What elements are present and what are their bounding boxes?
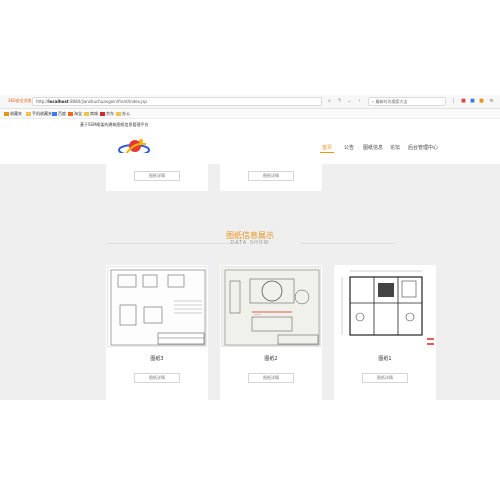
- nav-admin[interactable]: 后台管理中心: [408, 144, 438, 151]
- taobao-icon: [68, 112, 73, 116]
- drawing-card-title[interactable]: 图纸2: [220, 355, 322, 362]
- drawing-detail-button[interactable]: 图纸详情: [248, 171, 294, 181]
- browser-toolbar: 360安全浏览器 http://localhost:8080/jianzhuch…: [0, 95, 500, 109]
- drawing-card-title[interactable]: 图纸3: [106, 355, 208, 362]
- search-placeholder: 最新时讯搜索大全: [375, 99, 408, 104]
- bookmarks-bar: 收藏夹 手机收藏夹 百度 淘宝 商城 京东 办公: [0, 109, 500, 119]
- drawing-thumbnail[interactable]: [107, 266, 207, 347]
- drawing-detail-button[interactable]: 图纸详情: [134, 373, 180, 383]
- blank-area-top: [0, 0, 500, 95]
- jd-icon: [100, 112, 105, 116]
- chevron-down-icon[interactable]: ⌄: [346, 98, 353, 105]
- bookmark-item[interactable]: 办公: [116, 111, 130, 117]
- floorplan-image: [341, 270, 434, 345]
- site-title: 基于SSM框架的建筑图纸信息管理平台: [80, 122, 149, 127]
- drawing-detail-button[interactable]: 图纸详情: [362, 373, 408, 383]
- address-bar[interactable]: http://localhost:8080/jianzhuchuangxin/f…: [32, 97, 322, 106]
- bookmark-item[interactable]: 淘宝: [68, 111, 82, 117]
- bookmark-item[interactable]: 商城: [84, 111, 98, 117]
- folder-icon: [26, 112, 31, 116]
- bookmark-item[interactable]: 百度: [52, 111, 66, 117]
- bookmark-item[interactable]: 手机收藏夹: [26, 111, 52, 117]
- divider-icon: |: [452, 98, 455, 104]
- lightning-icon[interactable]: ϟ: [336, 98, 343, 105]
- extension-orange-icon[interactable]: ■: [478, 98, 485, 105]
- bookmark-item[interactable]: 收藏夹: [4, 111, 22, 117]
- drawing-card-title[interactable]: 图纸1: [334, 355, 436, 362]
- zoom-icon[interactable]: ⌕: [326, 98, 333, 105]
- back-arrow-icon[interactable]: ‹: [356, 98, 363, 105]
- drawing-detail-button[interactable]: 图纸详情: [248, 373, 294, 383]
- drawing-detail-button[interactable]: 图纸详情: [134, 171, 180, 181]
- browser-search-input[interactable]: ⌕ 最新时讯搜索大全: [368, 97, 446, 106]
- drawing-thumbnail[interactable]: [335, 266, 435, 347]
- baidu-icon: [52, 112, 57, 116]
- url-prefix: http://: [36, 99, 49, 104]
- nav-forum[interactable]: 论坛: [390, 144, 400, 151]
- url-path: :8080/jianzhuchuangxin/front/index.jsp: [68, 99, 147, 104]
- extension-blue-icon[interactable]: ■: [469, 98, 476, 105]
- blueprint-image: ——: [224, 269, 320, 346]
- section-subtitle: DATA SHOW: [230, 240, 270, 246]
- blank-area-bottom: [0, 400, 500, 500]
- url-host: localhost: [48, 99, 69, 104]
- nav-home[interactable]: 首页: [322, 144, 332, 151]
- nav-active-underline: [320, 152, 334, 153]
- folder-icon: [84, 112, 89, 116]
- folder-icon: [116, 112, 121, 116]
- bookmark-item[interactable]: 京东: [100, 111, 114, 117]
- nav-announcement[interactable]: 公告: [344, 144, 354, 151]
- star-icon: [4, 112, 9, 116]
- extension-red-icon[interactable]: ■: [460, 98, 467, 105]
- nav-drawings[interactable]: 图纸信息: [363, 144, 383, 151]
- blueprint-image: [110, 269, 206, 346]
- drawing-thumbnail[interactable]: ——: [221, 266, 321, 347]
- svg-text:——: ——: [254, 312, 262, 316]
- menu-icon[interactable]: ≡: [488, 98, 495, 105]
- site-title-bar: 基于SSM框架的建筑图纸信息管理平台: [0, 119, 500, 129]
